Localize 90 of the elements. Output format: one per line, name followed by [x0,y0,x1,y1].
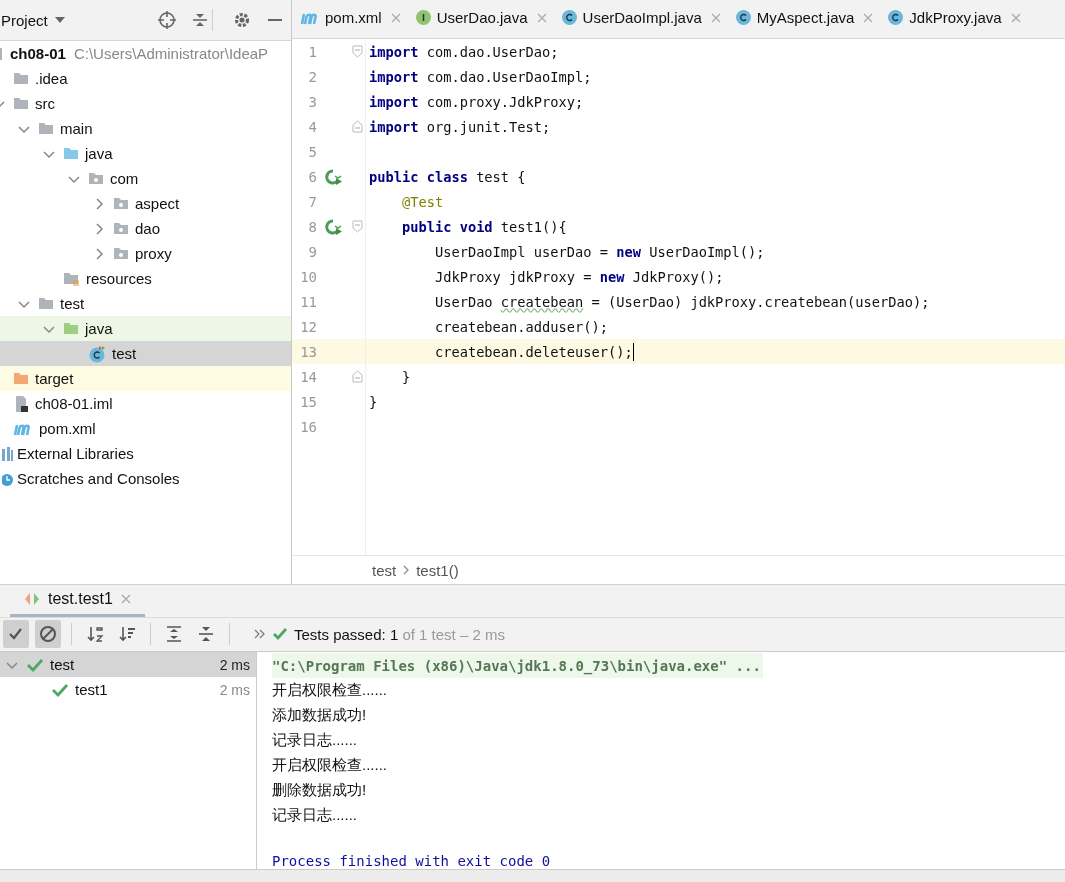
tree-item[interactable]: test [0,341,291,366]
editor-tab[interactable]: pom.xml [292,0,407,38]
tree-item-label: src [35,95,55,112]
tree-item[interactable]: ch08-01.iml [0,391,291,416]
test-name: test [50,656,75,674]
editor-tab[interactable]: UserDao.java [406,0,553,38]
test-duration: 2 ms [219,681,250,698]
code-line: import com.proxy.JdkProxy; [369,93,584,110]
tree-item-label: test [112,345,137,362]
console-line: 添加数据成功! [272,705,367,726]
code-line: createbean.adduser(); [433,318,608,335]
editor-tab[interactable]: JdkProxy.java [879,0,1027,38]
tree-item[interactable]: main [0,116,291,141]
test-status: Tests passed: 1 of 1 test – 2 ms [294,625,505,643]
tree-item[interactable]: ch08-01 C:\Users\Administrator\IdeaP [0,41,291,66]
line-number: 3 [307,93,317,110]
run-tab[interactable]: test.test1 [10,589,145,617]
tree-item-label: target [35,370,74,387]
line-number: 14 [299,368,317,385]
tree-item-label: resources [86,270,152,287]
console-line: 删除数据成功! [272,780,367,801]
tree-item[interactable]: test [0,291,291,316]
code-line: createbean.deleteuser(); [433,343,633,360]
test-item[interactable]: test1 2 ms [0,677,256,703]
tree-item-label: pom.xml [39,420,96,437]
tree-item[interactable]: External Libraries [0,441,291,466]
code-line: } [400,368,411,385]
line-number: 7 [307,193,317,210]
console-line: 开启权限检查...... [272,680,387,701]
code-line: import com.dao.UserDao; [369,43,559,60]
editor-tab[interactable]: UserDaoImpl.java [552,0,727,38]
console-line: Process finished with exit code 0 [272,853,551,870]
line-number: 15 [299,393,317,410]
breadcrumb[interactable]: test [372,561,397,579]
tree-item[interactable]: proxy [0,241,291,266]
tree-item-label: proxy [135,245,172,262]
tree-item-label: Scratches and Consoles [17,470,180,487]
tree-item-label: aspect [135,195,180,212]
line-number: 10 [299,268,317,285]
line-number: 11 [299,293,317,310]
line-number: 5 [307,143,317,160]
tree-item[interactable]: java [0,316,291,341]
tree-item-label: ch08-01.iml [35,395,113,412]
tree-item-label: java [85,145,113,162]
code-line: } [369,393,378,410]
console-line: 记录日志...... [272,805,357,826]
code-line: import com.dao.UserDaoImpl; [369,68,592,85]
code-line: UserDaoImpl userDao = new UserDaoImpl(); [433,243,765,260]
code-line: @Test [400,193,444,210]
editor-tab[interactable]: MyAspect.java [726,0,880,38]
tree-item[interactable]: aspect [0,191,291,216]
tree-item[interactable]: java [0,141,291,166]
tree-item-label: .idea [35,70,68,87]
tree-item[interactable]: pom.xml [0,416,291,441]
panel-title[interactable]: Project [1,11,48,29]
tree-item-label: main [60,120,93,137]
code-line: public void test1(){ [400,218,567,235]
tree-item-label: External Libraries [17,445,134,462]
code-line: UserDao createbean = (UserDao) jdkProxy.createbean(userDao); [433,293,930,310]
line-number: 6 [307,168,317,185]
line-number: 12 [299,318,317,335]
tree-item-label: ch08-01 [10,45,66,62]
console-line: 开启权限检查...... [272,755,387,776]
code-line: JdkProxy jdkProxy = new JdkProxy(); [433,268,724,285]
test-name: test1 [75,681,108,699]
line-number: 4 [307,118,317,135]
test-item[interactable]: test 2 ms [0,652,256,678]
line-number: 13 [299,343,317,360]
tree-item[interactable]: src [0,91,291,116]
line-number: 2 [307,68,317,85]
project-path: C:\Users\Administrator\IdeaP [73,45,269,62]
code-line: public class test { [369,168,526,185]
line-number: 1 [307,43,317,60]
line-number: 16 [299,418,317,435]
tree-item[interactable]: com [0,166,291,191]
tree-item[interactable]: resources [0,266,291,291]
tree-item[interactable]: Scratches and Consoles [0,466,291,491]
test-duration: 2 ms [219,656,250,673]
console-line: 记录日志...... [272,730,357,751]
line-number: 9 [307,243,317,260]
code-line: import org.junit.Test; [369,118,551,135]
tree-item-label: dao [135,220,161,237]
tree-item[interactable]: target [0,366,291,391]
tree-item[interactable]: dao [0,216,291,241]
tree-item-label: test [60,295,85,312]
tree-item-label: com [110,170,139,187]
line-number: 8 [307,218,317,235]
breadcrumb[interactable]: test1() [416,561,459,579]
tree-item-label: java [85,320,113,337]
tree-item[interactable]: .idea [0,66,291,91]
